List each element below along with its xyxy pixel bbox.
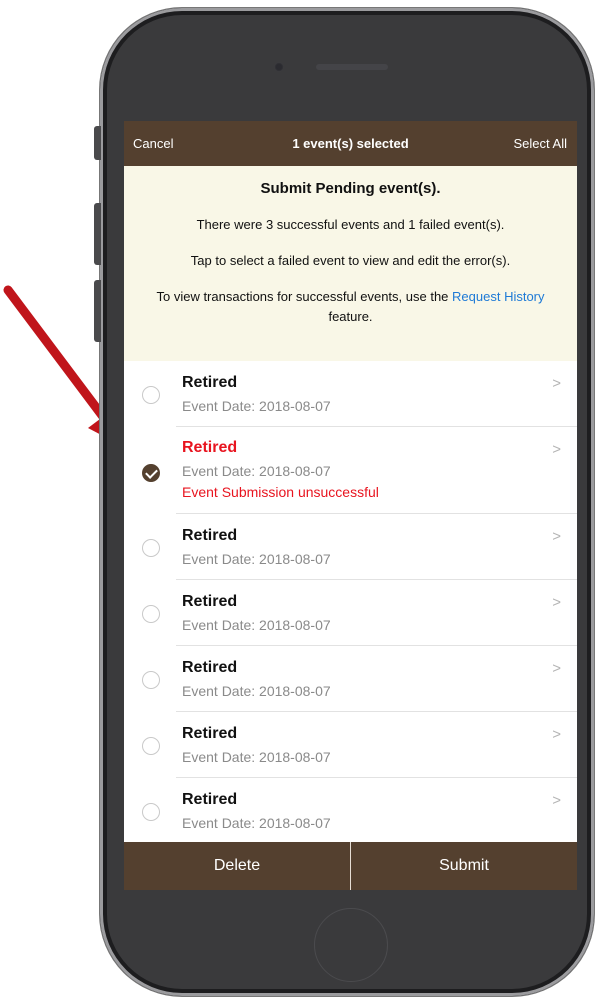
chevron-right-icon: >	[552, 441, 561, 458]
select-radio[interactable]	[142, 671, 160, 689]
chevron-right-icon: >	[552, 528, 561, 545]
event-date: Event Date: 2018-08-07	[182, 815, 331, 831]
event-row[interactable]: Retired Event Date: 2018-08-07 >	[124, 514, 577, 580]
chevron-right-icon: >	[552, 792, 561, 809]
event-title: Retired	[182, 791, 238, 808]
request-history-link[interactable]: Request History	[452, 289, 544, 304]
submission-summary-banner: Submit Pending event(s). There were 3 su…	[124, 166, 577, 361]
event-row[interactable]: Retired Event Date: 2018-08-07 >	[124, 778, 577, 842]
select-radio[interactable]	[142, 539, 160, 557]
event-row-failed[interactable]: Retired Event Date: 2018-08-07 Event Sub…	[124, 427, 577, 514]
submit-button[interactable]: Submit	[351, 842, 577, 890]
volume-up-button	[94, 203, 101, 265]
event-title: Retired	[182, 593, 238, 610]
history-note-prefix: To view transactions for successful even…	[156, 289, 449, 304]
checkmark-icon[interactable]	[142, 464, 160, 482]
banner-title: Submit Pending event(s).	[260, 180, 441, 197]
history-note-suffix: feature.	[328, 309, 373, 324]
event-date: Event Date: 2018-08-07	[182, 551, 331, 567]
mute-switch	[94, 126, 101, 160]
chevron-right-icon: >	[552, 660, 561, 677]
chevron-right-icon: >	[552, 594, 561, 611]
select-radio[interactable]	[142, 386, 160, 404]
event-row[interactable]: Retired Event Date: 2018-08-07 >	[124, 361, 577, 427]
event-date: Event Date: 2018-08-07	[182, 617, 331, 633]
select-radio[interactable]	[142, 605, 160, 623]
banner-instructions: Tap to select a failed event to view and…	[190, 253, 511, 268]
event-date: Event Date: 2018-08-07	[182, 463, 331, 479]
event-title: Retired	[182, 527, 238, 544]
select-radio[interactable]	[142, 737, 160, 755]
event-row[interactable]: Retired Event Date: 2018-08-07 >	[124, 646, 577, 712]
select-radio[interactable]	[142, 803, 160, 821]
home-button[interactable]	[314, 908, 388, 982]
event-row[interactable]: Retired Event Date: 2018-08-07 >	[124, 580, 577, 646]
event-title: Retired	[182, 374, 238, 391]
banner-success-count: There were 3 successful events and 1 fai…	[196, 217, 505, 232]
select-all-button[interactable]: Select All	[514, 136, 567, 151]
chevron-right-icon: >	[552, 375, 561, 392]
nav-bar: Cancel 1 event(s) selected Select All	[124, 121, 577, 166]
nav-title: 1 event(s) selected	[292, 136, 409, 151]
event-date: Event Date: 2018-08-07	[182, 683, 331, 699]
event-title: Retired	[182, 659, 238, 676]
front-camera	[274, 62, 284, 72]
banner-history-note: To view transactions for successful even…	[138, 287, 563, 327]
event-title: Retired	[182, 439, 238, 456]
chevron-right-icon: >	[552, 726, 561, 743]
app-screen: Cancel 1 event(s) selected Select All Su…	[124, 121, 577, 890]
volume-down-button	[94, 280, 101, 342]
event-title: Retired	[182, 725, 238, 742]
earpiece-speaker	[316, 64, 388, 70]
event-date: Event Date: 2018-08-07	[182, 398, 331, 414]
delete-button[interactable]: Delete	[124, 842, 350, 890]
event-date: Event Date: 2018-08-07	[182, 749, 331, 765]
event-list: Retired Event Date: 2018-08-07 > Retired…	[124, 361, 577, 842]
bottom-toolbar: Delete Submit	[124, 842, 577, 890]
event-row[interactable]: Retired Event Date: 2018-08-07 >	[124, 712, 577, 778]
event-error-message: Event Submission unsuccessful	[182, 484, 379, 500]
